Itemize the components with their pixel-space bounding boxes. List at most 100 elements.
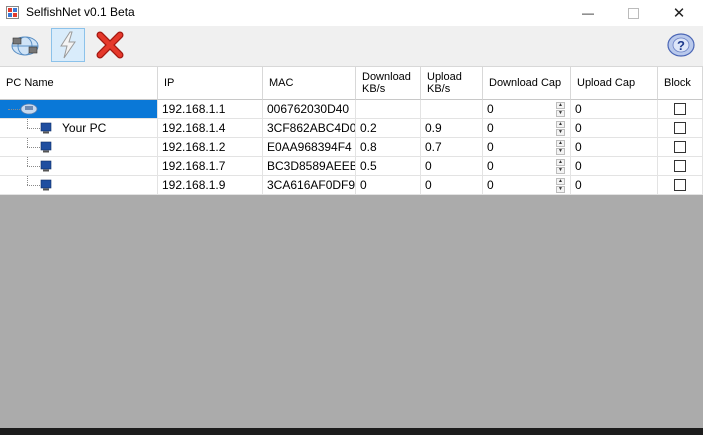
pc-name-cell[interactable]: Your PC	[0, 119, 158, 138]
upload-cap-stepper[interactable]: 0	[571, 119, 658, 138]
column-header-ip[interactable]: IP	[158, 67, 263, 100]
upload-cap-value: 0	[575, 140, 582, 154]
toolbar: ?	[0, 26, 703, 67]
computer-icon	[40, 160, 52, 172]
column-header-download[interactable]: Download KB/s	[356, 67, 421, 100]
window-title: SelfishNet v0.1 Beta	[26, 5, 135, 19]
upload-cell: 0	[421, 157, 483, 176]
mac-cell: BC3D8589AEEB	[263, 157, 356, 176]
pc-name-cell[interactable]	[0, 100, 158, 119]
block-checkbox[interactable]	[674, 122, 686, 134]
block-cell	[658, 157, 703, 176]
upload-cell	[421, 100, 483, 119]
block-cell	[658, 119, 703, 138]
help-button[interactable]: ?	[664, 28, 698, 62]
download-cap-spinner[interactable]: ▲ ▼	[556, 140, 565, 155]
title-bar: SelfishNet v0.1 Beta — ✕	[0, 0, 703, 26]
ip-cell: 192.168.1.2	[158, 138, 263, 157]
download-cell: 0	[356, 176, 421, 195]
download-cap-stepper[interactable]: 0 ▲ ▼	[483, 138, 571, 157]
upload-cap-value: 0	[575, 121, 582, 135]
download-cap-value: 0	[487, 121, 494, 135]
pc-name: Your PC	[62, 121, 107, 135]
column-header-upload-cap[interactable]: Upload Cap	[571, 67, 658, 100]
computer-icon	[40, 179, 52, 191]
stop-button[interactable]	[93, 28, 127, 62]
pc-name-cell[interactable]	[0, 176, 158, 195]
download-cap-stepper[interactable]: 0 ▲ ▼	[483, 100, 571, 119]
lightning-icon	[60, 31, 76, 59]
download-cap-stepper[interactable]: 0 ▲ ▼	[483, 157, 571, 176]
maximize-button[interactable]	[610, 0, 656, 26]
upload-cap-value: 0	[575, 178, 582, 192]
download-cell: 0.8	[356, 138, 421, 157]
column-header-upload[interactable]: Upload KB/s	[421, 67, 483, 100]
block-checkbox[interactable]	[674, 103, 686, 115]
column-header-download-cap[interactable]: Download Cap	[483, 67, 571, 100]
upload-cap-stepper[interactable]: 0	[571, 138, 658, 157]
download-cell	[356, 100, 421, 119]
table-row[interactable]: Your PC 192.168.1.4 3CF862ABC4D0 0.2 0.9…	[0, 119, 703, 138]
upload-cap-value: 0	[575, 102, 582, 116]
upload-cell: 0.7	[421, 138, 483, 157]
ip-cell: 192.168.1.7	[158, 157, 263, 176]
ip-cell: 192.168.1.4	[158, 119, 263, 138]
ip-cell: 192.168.1.1	[158, 100, 263, 119]
upload-cap-stepper[interactable]: 0	[571, 176, 658, 195]
column-header-mac[interactable]: MAC	[263, 67, 356, 100]
download-cap-value: 0	[487, 102, 494, 116]
help-icon: ?	[667, 33, 695, 57]
help-label: ?	[677, 38, 685, 53]
computer-icon	[40, 141, 52, 153]
start-button[interactable]	[51, 28, 85, 62]
pc-name-cell[interactable]	[0, 138, 158, 157]
router-icon	[20, 103, 38, 115]
download-cap-stepper[interactable]: 0 ▲ ▼	[483, 176, 571, 195]
ip-cell: 192.168.1.9	[158, 176, 263, 195]
block-cell	[658, 138, 703, 157]
download-cap-spinner[interactable]: ▲ ▼	[556, 178, 565, 193]
block-cell	[658, 100, 703, 119]
mac-cell: 006762030D40	[263, 100, 356, 119]
block-checkbox[interactable]	[674, 160, 686, 172]
devices-table: PC Name IP MAC Download KB/s Upload KB/s…	[0, 67, 703, 195]
network-scan-icon	[11, 36, 39, 56]
table-row[interactable]: 192.168.1.7 BC3D8589AEEB 0.5 0 0 ▲ ▼ 0	[0, 157, 703, 176]
scan-network-button[interactable]	[8, 28, 42, 62]
app-icon	[6, 6, 19, 19]
upload-cap-stepper[interactable]: 0	[571, 157, 658, 176]
taskbar-edge	[0, 428, 703, 435]
maximize-icon	[627, 7, 639, 19]
upload-cap-stepper[interactable]: 0	[571, 100, 658, 119]
minimize-icon: —	[582, 6, 594, 20]
mac-cell: 3CF862ABC4D0	[263, 119, 356, 138]
upload-cap-value: 0	[575, 159, 582, 173]
download-cap-spinner[interactable]: ▲ ▼	[556, 159, 565, 174]
table-row[interactable]: 192.168.1.1 006762030D40 0 ▲ ▼ 0	[0, 100, 703, 119]
column-header-pc-name[interactable]: PC Name	[0, 67, 158, 100]
mac-cell: E0AA968394F4	[263, 138, 356, 157]
download-cell: 0.5	[356, 157, 421, 176]
minimize-button[interactable]: —	[565, 0, 611, 26]
upload-cell: 0.9	[421, 119, 483, 138]
mac-cell: 3CA616AF0DF9	[263, 176, 356, 195]
block-checkbox[interactable]	[674, 179, 686, 191]
download-cap-spinner[interactable]: ▲ ▼	[556, 121, 565, 136]
download-cell: 0.2	[356, 119, 421, 138]
table-row[interactable]: 192.168.1.9 3CA616AF0DF9 0 0 0 ▲ ▼ 0	[0, 176, 703, 195]
download-cap-value: 0	[487, 159, 494, 173]
computer-icon	[40, 122, 52, 134]
close-window-button[interactable]: ✕	[656, 0, 702, 26]
table-row[interactable]: 192.168.1.2 E0AA968394F4 0.8 0.7 0 ▲ ▼ 0	[0, 138, 703, 157]
block-cell	[658, 176, 703, 195]
stop-icon	[96, 31, 124, 59]
close-icon: ✕	[672, 5, 686, 22]
download-cap-value: 0	[487, 140, 494, 154]
column-header-block[interactable]: Block	[658, 67, 703, 100]
download-cap-value: 0	[487, 178, 494, 192]
pc-name-cell[interactable]	[0, 157, 158, 176]
download-cap-spinner[interactable]: ▲ ▼	[556, 102, 565, 117]
block-checkbox[interactable]	[674, 141, 686, 153]
upload-cell: 0	[421, 176, 483, 195]
download-cap-stepper[interactable]: 0 ▲ ▼	[483, 119, 571, 138]
